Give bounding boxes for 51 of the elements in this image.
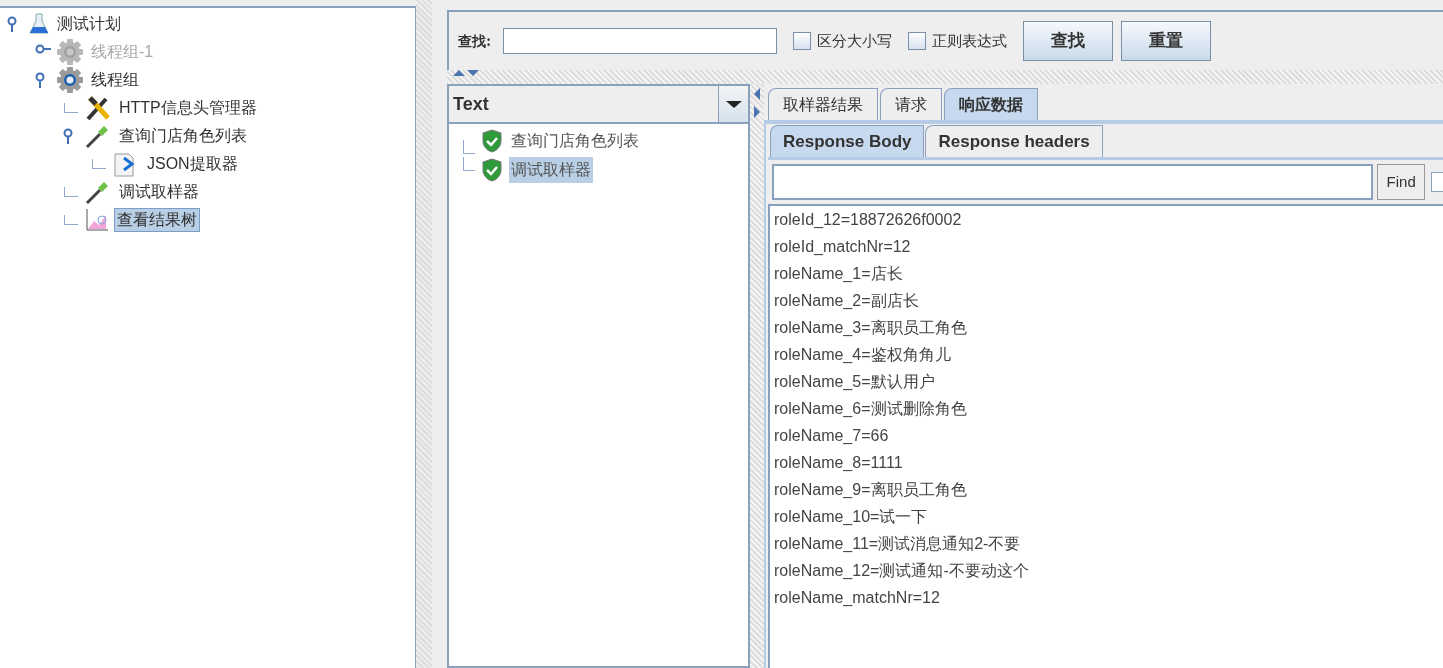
dropdown-caret-icon [725,100,742,108]
checkbox[interactable] [1431,172,1443,192]
response-line: roleName_matchNr=12 [774,588,941,608]
find-field[interactable] [772,164,1374,200]
checkbox[interactable] [793,32,812,50]
response-line: roleName_5=默认用户 [774,372,936,392]
tab[interactable]: 请求 [880,88,942,120]
response-line: roleName_1=店长 [774,264,904,284]
collapse-left-icon[interactable] [754,88,760,100]
result-item[interactable]: 查询门店角色列表 [509,127,641,154]
response-line: roleName_10=试一下 [774,507,929,527]
chart-icon [84,207,110,233]
tab[interactable]: 响应数据 [944,88,1038,120]
result-item[interactable]: 调试取样器 [509,156,593,183]
tree-item[interactable]: JSON提取器 [144,152,241,176]
shield-check-icon [481,128,503,153]
response-line: roleName_8=1111 [774,453,904,473]
tab[interactable]: Response headers [925,125,1103,157]
search-label: 查找: [458,31,492,51]
response-line: roleName_2=副店长 [774,291,920,311]
response-line: roleName_3=离职员工角色 [774,318,968,338]
response-line: roleName_9=离职员工角色 [774,480,968,500]
shield-check-icon [481,157,503,182]
tree-item[interactable]: 调试取样器 [116,180,202,204]
response-line: roleId_matchNr=12 [774,237,912,257]
search-panel-button[interactable]: 重置 [1121,21,1212,61]
expand-up-icon[interactable] [453,70,465,76]
search-field[interactable] [503,28,778,54]
search-panel-button[interactable]: 查找 [1023,21,1114,61]
tree-item[interactable]: 线程组 [88,68,142,92]
collapse-right-icon[interactable] [754,106,760,118]
checkbox-label: 区分大小写 [817,30,893,51]
tree-item[interactable]: HTTP信息头管理器 [116,96,260,120]
checkbox[interactable] [908,32,927,50]
response-line: roleName_11=测试消息通知2-不要 [774,534,1022,554]
response-line: roleName_4=鉴权角角儿 [774,345,952,365]
tab[interactable]: Response Body [770,125,925,157]
checkbox-label: 正则表达式 [932,30,1008,51]
response-line: roleName_7=66 [774,426,890,446]
tree-item[interactable]: 测试计划 [54,12,124,36]
tab[interactable]: 取样器结果 [768,88,878,120]
flask-icon [28,12,50,36]
tree-item[interactable]: 查询门店角色列表 [116,124,250,148]
response-line: roleId_12=18872626f0002 [774,210,963,230]
expand-down-icon[interactable] [467,70,479,76]
tree-item[interactable]: 查看结果树 [114,208,200,232]
response-line: roleName_12=测试通知-不要动这个 [774,561,1030,581]
tools-icon [84,94,112,122]
renderer-dropdown[interactable]: Text [449,86,748,124]
find-button[interactable]: Find [1377,164,1426,200]
response-line: roleName_6=测试删除角色 [774,399,968,419]
